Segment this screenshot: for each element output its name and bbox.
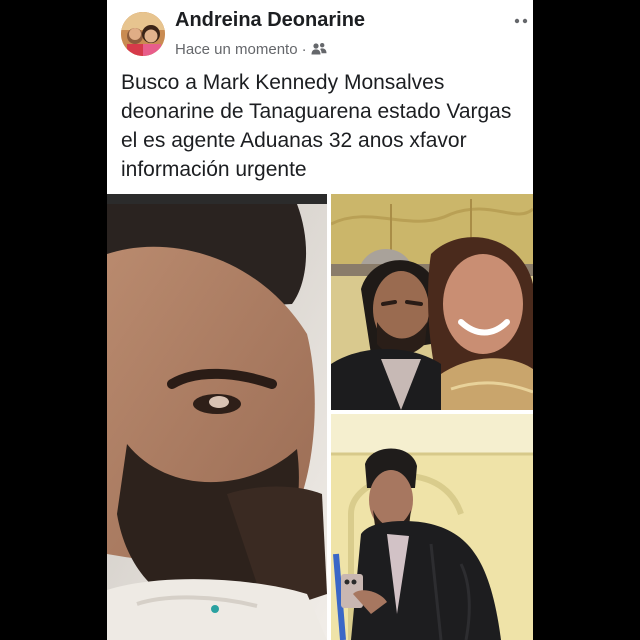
- friends-icon: [311, 42, 327, 56]
- post-meta: Hace un momento ·: [175, 40, 327, 58]
- post-timestamp[interactable]: Hace un momento: [175, 41, 298, 58]
- photo-gallery: [107, 194, 533, 640]
- photo-selfie-closeup[interactable]: [107, 194, 327, 640]
- photo-selfie-with-woman[interactable]: [331, 194, 533, 410]
- post-author-name[interactable]: Andreina Deonarine: [175, 9, 365, 32]
- more-options-icon[interactable]: [513, 14, 531, 24]
- profile-avatar[interactable]: [121, 12, 165, 56]
- photo-man-with-phone[interactable]: [331, 414, 533, 640]
- post-message: Busco a Mark Kennedy Monsalves deonarine…: [121, 71, 512, 181]
- post-card: Andreina Deonarine Hace un momento · Bus…: [107, 0, 533, 640]
- meta-separator: ·: [301, 40, 307, 58]
